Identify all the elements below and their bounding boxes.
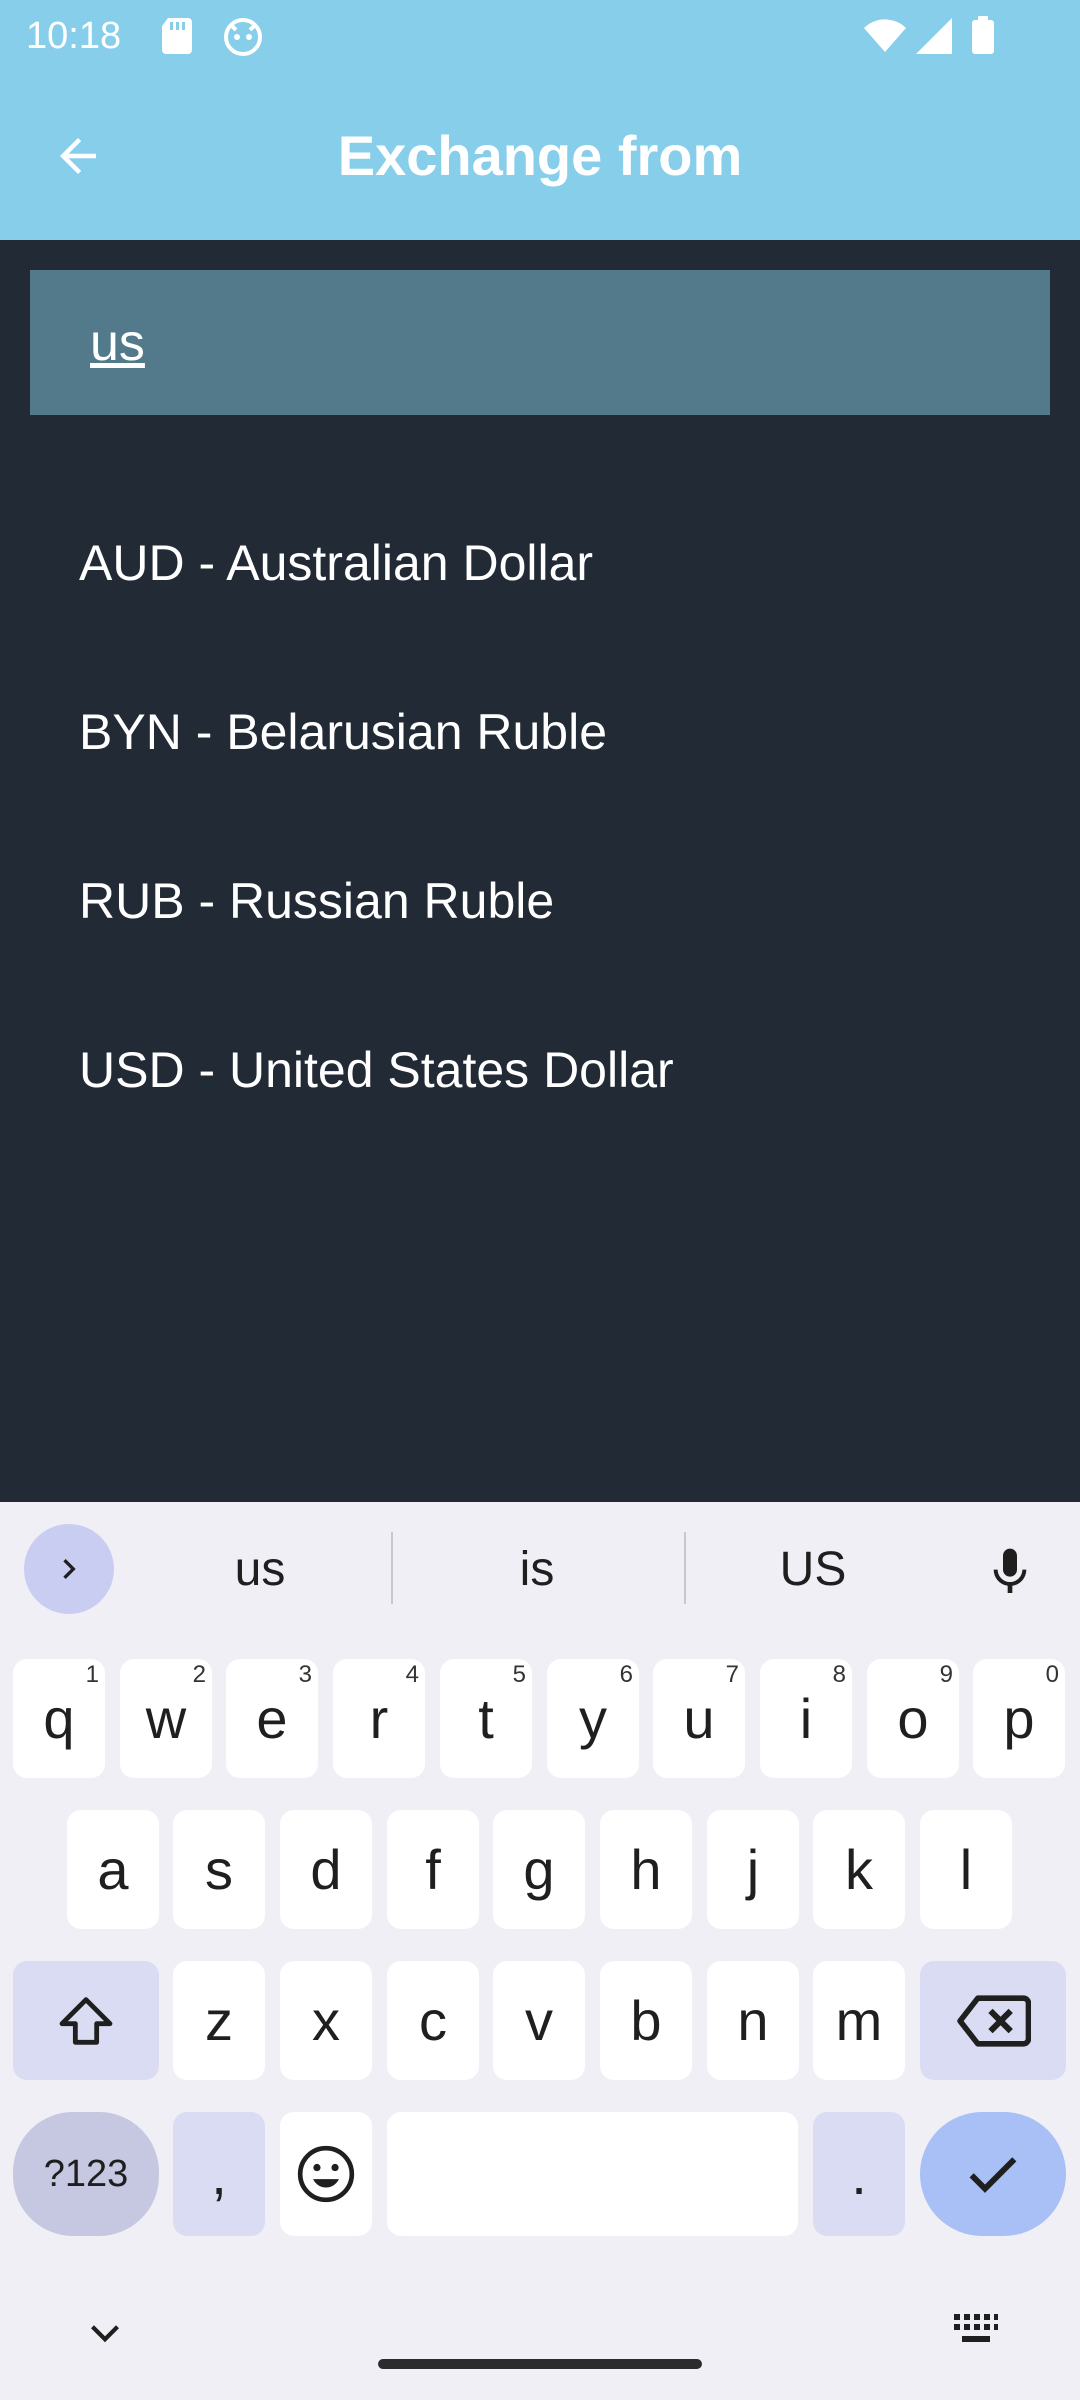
emoji-key[interactable]	[280, 2112, 372, 2236]
comma-key[interactable]: ,	[173, 2112, 265, 2236]
page-title: Exchange from	[337, 124, 743, 187]
wifi-icon	[862, 16, 908, 61]
key-label: u	[683, 1687, 715, 1750]
key-r[interactable]: r4	[333, 1659, 425, 1778]
key-l[interactable]: l	[920, 1810, 1012, 1929]
navigation-bar	[0, 2270, 1080, 2400]
key-y[interactable]: y6	[547, 1659, 639, 1778]
key-m[interactable]: m	[813, 1961, 905, 2080]
key-o[interactable]: o9	[867, 1659, 959, 1778]
key-label: y	[579, 1687, 607, 1750]
key-x[interactable]: x	[280, 1961, 372, 2080]
key-label: r	[369, 1687, 389, 1750]
key-c[interactable]: c	[387, 1961, 479, 2080]
sd-card-icon	[160, 16, 194, 61]
key-label: o	[897, 1687, 929, 1750]
key-i[interactable]: i8	[760, 1659, 852, 1778]
search-input[interactable]	[90, 308, 990, 378]
shift-key[interactable]	[13, 1961, 159, 2080]
battery-icon	[970, 16, 996, 61]
status-time: 10:18	[26, 15, 122, 57]
app-notification-icon	[222, 16, 264, 61]
key-label: e	[256, 1687, 288, 1750]
key-w[interactable]: w2	[120, 1659, 212, 1778]
suggestion-word[interactable]: us	[160, 1530, 360, 1610]
list-item[interactable]: USD - United States Dollar	[0, 985, 1080, 1154]
suggestion-word[interactable]: is	[437, 1530, 637, 1610]
key-t[interactable]: t5	[440, 1659, 532, 1778]
key-hint: 0	[1045, 1661, 1059, 1688]
app-bar: Exchange from	[0, 72, 1080, 240]
period-key[interactable]: .	[813, 2112, 905, 2236]
backspace-icon	[957, 1994, 1031, 2047]
key-d[interactable]: d	[280, 1810, 372, 1929]
voice-input-button[interactable]	[970, 1532, 1050, 1612]
status-bar: 10:18	[0, 0, 1080, 72]
list-item[interactable]: RUB - Russian Ruble	[0, 816, 1080, 985]
key-s[interactable]: s	[173, 1810, 265, 1929]
key-a[interactable]: a	[67, 1810, 159, 1929]
emoji-icon	[297, 2145, 355, 2203]
cellular-signal-icon	[914, 16, 954, 61]
space-key[interactable]	[387, 2112, 798, 2236]
microphone-icon	[993, 1548, 1027, 1593]
symbols-key[interactable]: ?123	[13, 2112, 159, 2236]
suggestion-word[interactable]: US	[713, 1530, 913, 1610]
key-v[interactable]: v	[493, 1961, 585, 2080]
key-hint: 5	[512, 1661, 526, 1688]
key-f[interactable]: f	[387, 1810, 479, 1929]
suggestion-divider	[391, 1532, 393, 1604]
key-hint: 2	[192, 1661, 206, 1688]
key-n[interactable]: n	[707, 1961, 799, 2080]
key-label: q	[43, 1687, 75, 1750]
key-label: t	[478, 1687, 494, 1750]
key-hint: 1	[85, 1661, 99, 1688]
key-e[interactable]: e3	[226, 1659, 318, 1778]
chevron-right-icon	[63, 1559, 76, 1579]
key-hint: 9	[939, 1661, 953, 1688]
list-item[interactable]: BYN - Belarusian Ruble	[0, 647, 1080, 816]
key-h[interactable]: h	[600, 1810, 692, 1929]
key-label: w	[145, 1687, 187, 1750]
key-u[interactable]: u7	[653, 1659, 745, 1778]
key-p[interactable]: p0	[973, 1659, 1065, 1778]
expand-toolbar-button[interactable]	[24, 1524, 114, 1614]
key-hint: 4	[405, 1661, 419, 1688]
currency-list: AUD - Australian Dollar BYN - Belarusian…	[0, 478, 1080, 1154]
search-box	[30, 270, 1050, 415]
key-b[interactable]: b	[600, 1961, 692, 2080]
key-j[interactable]: j	[707, 1810, 799, 1929]
keyboard: us is US q1 w2 e3 r4 t5 y6 u7 i8 o9 p0 a…	[0, 1502, 1080, 2400]
chevron-down-icon	[91, 2325, 119, 2343]
keyboard-switch-button[interactable]	[952, 2310, 1000, 2355]
key-label: i	[799, 1687, 813, 1750]
enter-key[interactable]	[920, 2112, 1066, 2236]
key-hint: 7	[725, 1661, 739, 1688]
key-z[interactable]: z	[173, 1961, 265, 2080]
suggestion-strip: us is US	[0, 1502, 1080, 1632]
checkmark-icon	[969, 2157, 1017, 2193]
shift-icon	[59, 1996, 113, 2045]
suggestion-divider	[684, 1532, 686, 1604]
key-g[interactable]: g	[493, 1810, 585, 1929]
key-q[interactable]: q1	[13, 1659, 105, 1778]
key-label: p	[1003, 1687, 1035, 1750]
key-hint: 3	[298, 1661, 312, 1688]
hide-keyboard-button[interactable]	[80, 2308, 130, 2363]
key-hint: 6	[619, 1661, 633, 1688]
keyboard-icon	[954, 2314, 998, 2342]
backspace-key[interactable]	[920, 1961, 1066, 2080]
key-k[interactable]: k	[813, 1810, 905, 1929]
home-handle[interactable]	[378, 2359, 702, 2369]
key-hint: 8	[832, 1661, 846, 1688]
list-item[interactable]: AUD - Australian Dollar	[0, 478, 1080, 647]
